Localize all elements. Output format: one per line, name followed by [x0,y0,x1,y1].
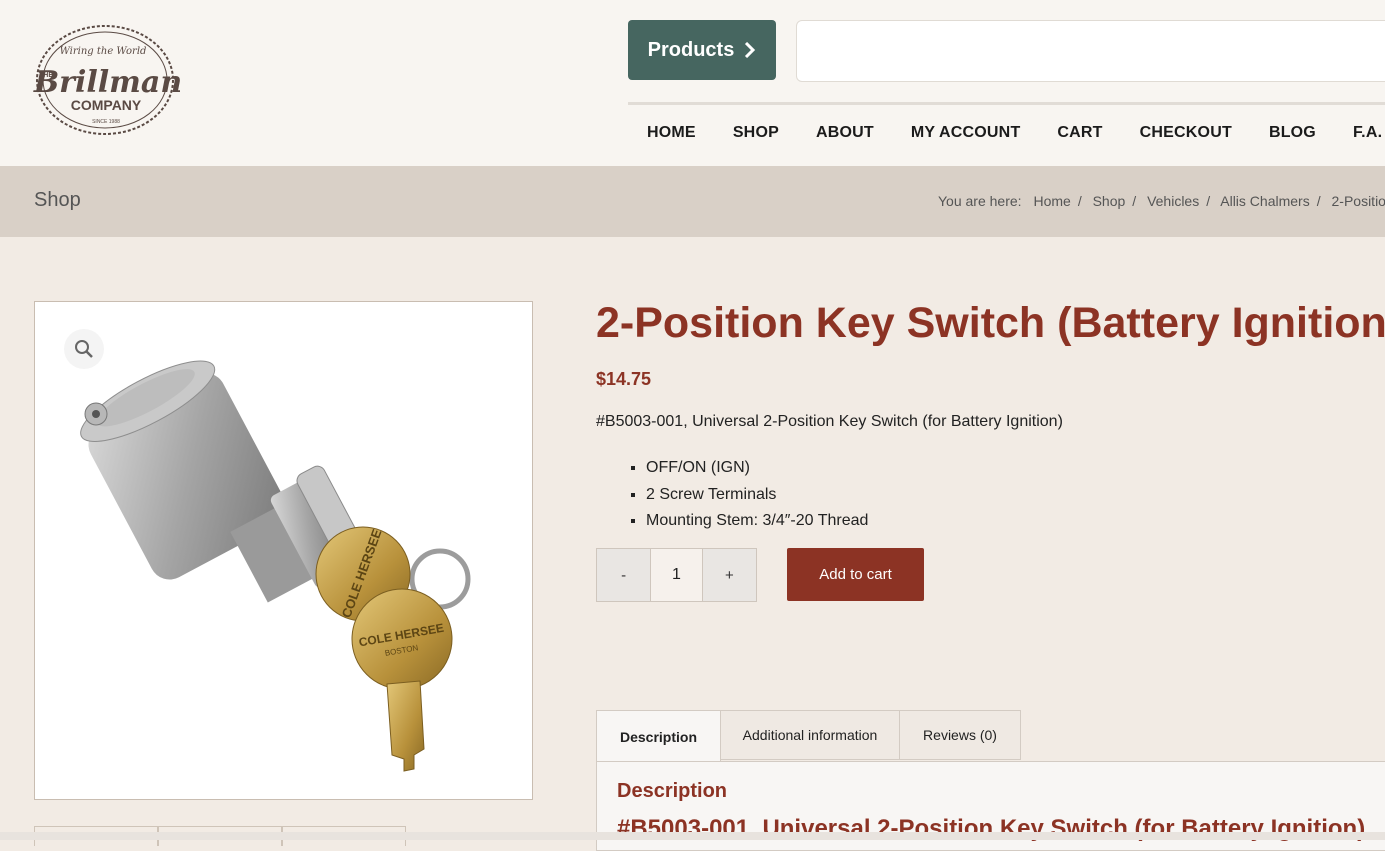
breadcrumb-separator: / [1317,193,1321,209]
svg-text:COMPANY: COMPANY [71,97,142,113]
list-item: Mounting Stem: 3/4″-20 Thread [646,508,868,535]
breadcrumb-separator: / [1078,193,1082,209]
breadcrumb-home[interactable]: Home [1033,193,1070,209]
zoom-button[interactable] [64,329,104,369]
breadcrumb-separator: / [1206,193,1210,209]
product-tabs: Description Additional information Revie… [596,710,1021,762]
nav-home[interactable]: HOME [628,118,714,148]
breadcrumb-current: 2-Position Ke [1332,193,1385,209]
product-title: 2-Position Key Switch (Battery Ignition) [596,298,1385,348]
nav-divider [628,102,1385,105]
quantity-plus-button[interactable]: + [703,549,756,601]
list-item: OFF/ON (IGN) [646,455,868,482]
product-short-description: #B5003-001, Universal 2-Position Key Swi… [596,413,1063,431]
tab-additional-information[interactable]: Additional information [720,710,900,760]
nav-blog[interactable]: BLOG [1250,118,1334,148]
svg-text:Wiring the World: Wiring the World [60,46,147,57]
horizontal-scrollbar[interactable] [0,832,1385,840]
key-switch-illustration: COLE HERSEE COLE HERSEE BOSTON [42,309,526,793]
page-title: Shop [34,189,81,212]
nav-checkout[interactable]: CHECKOUT [1121,118,1250,148]
search-input[interactable] [796,20,1385,82]
nav-about[interactable]: ABOUT [797,118,892,148]
nav-shop[interactable]: SHOP [714,118,797,148]
nav-cart[interactable]: CART [1038,118,1120,148]
nav-faq[interactable]: F.A. [1334,118,1385,148]
main-nav: HOME SHOP ABOUT MY ACCOUNT CART CHECKOUT… [628,118,1385,148]
breadcrumb: You are here: Home / Shop / Vehicles / Alli… [938,193,1385,209]
brillman-logo[interactable]: Wiring the World THE Brillman COMPANY SI… [30,22,180,140]
nav-my-account[interactable]: MY ACCOUNT [892,118,1039,148]
tab-description[interactable]: Description [596,710,721,762]
product-price: $14.75 [596,369,651,390]
feature-list: OFF/ON (IGN) 2 Screw Terminals Mounting … [626,455,868,535]
breadcrumb-shop[interactable]: Shop [1093,193,1126,209]
breadcrumb-vehicles[interactable]: Vehicles [1147,193,1199,209]
breadcrumb-allis-chalmers[interactable]: Allis Chalmers [1220,193,1309,209]
breadcrumb-bar: Shop You are here: Home / Shop / Vehicles /… [0,166,1385,237]
tab-reviews[interactable]: Reviews (0) [899,710,1021,760]
site-header: Wiring the World THE Brillman COMPANY SI… [0,0,1385,166]
quantity-stepper: - 1 + [596,548,757,602]
svg-text:SINCE 1988: SINCE 1988 [92,119,120,125]
product-gallery: COLE HERSEE COLE HERSEE BOSTON [34,301,533,800]
quantity-input[interactable]: 1 [650,549,702,601]
list-item: 2 Screw Terminals [646,482,868,509]
quantity-minus-button[interactable]: - [597,549,650,601]
svg-text:Brillman: Brillman [33,65,180,100]
breadcrumb-label: You are here: [938,193,1022,209]
products-button-label: Products [648,39,735,62]
panel-heading: Description [617,780,727,803]
breadcrumb-separator: / [1132,193,1136,209]
product-image[interactable]: COLE HERSEE COLE HERSEE BOSTON [42,309,526,793]
products-menu-button[interactable]: Products [628,20,776,80]
add-to-cart-button[interactable]: Add to cart [787,548,924,601]
magnifier-icon [74,339,94,359]
chevron-right-icon [744,42,756,58]
